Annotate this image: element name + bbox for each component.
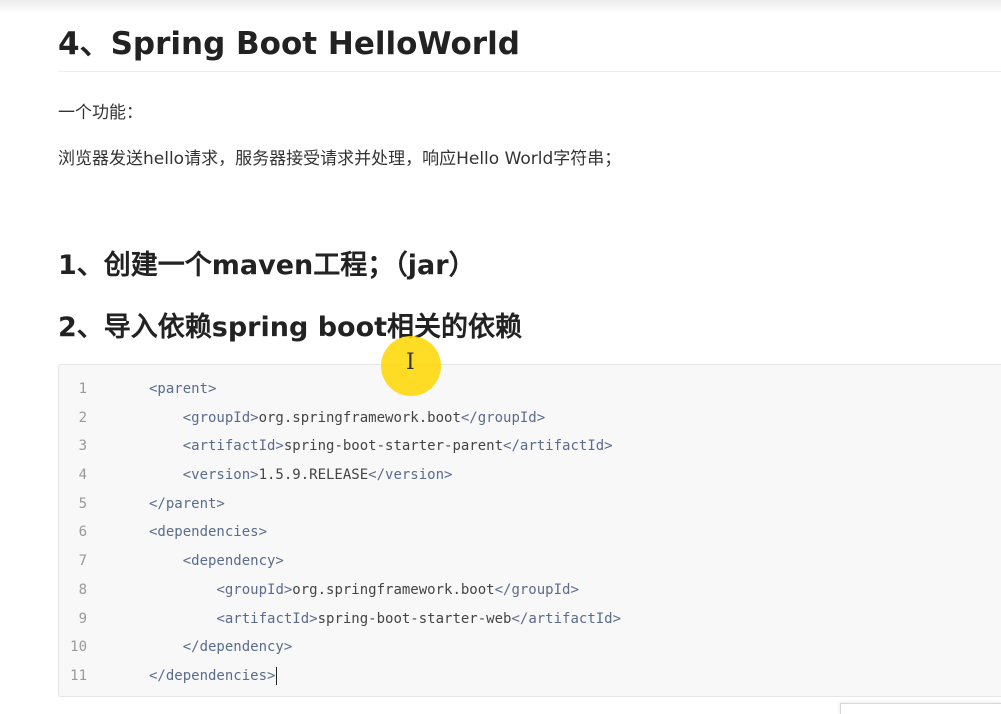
- code-line: <groupId>org.springframework.boot</group…: [149, 576, 621, 605]
- code-text: org.springframework.boot: [258, 409, 461, 426]
- line-number: 3: [78, 438, 87, 455]
- code-close-tag: </version>: [368, 467, 453, 484]
- code-line: <version>1.5.9.RELEASE</version>: [149, 461, 621, 490]
- code-open-tag: <groupId>: [182, 409, 259, 426]
- step-import-deps-heading: 2、导入依赖spring boot相关的依赖: [58, 312, 523, 343]
- line-number: 4: [78, 467, 87, 484]
- title-divider: [58, 71, 1001, 72]
- text-caret: [276, 666, 278, 685]
- code-open-tag: </parent>: [149, 495, 225, 512]
- code-open-tag: <version>: [182, 467, 259, 484]
- code-block[interactable]: 1 2 3 4 5 6 7 8 9 10 11 <parent> <groupId>org.spri…: [58, 364, 1001, 697]
- code-open-tag: <groupId>: [216, 581, 293, 598]
- code-line: <artifactId>spring-boot-starter-parent</…: [149, 432, 621, 461]
- code-close-tag: </artifactId>: [503, 438, 613, 455]
- code-close-tag: </groupId>: [460, 409, 546, 426]
- code-open-tag: <artifactId>: [216, 610, 318, 627]
- code-line: </dependency>: [149, 633, 621, 662]
- top-shadow: [0, 0, 1001, 14]
- code-open-tag: <dependency>: [182, 553, 284, 570]
- text-ibeam-icon: I: [406, 350, 415, 375]
- code-line: </dependencies>: [149, 662, 621, 691]
- corner-popup-edge: [840, 703, 1001, 714]
- code-line: <dependency>: [149, 547, 621, 576]
- line-number: 7: [78, 553, 87, 570]
- feature-label: 一个功能：: [58, 103, 143, 123]
- code-open-tag: <artifactId>: [182, 438, 284, 455]
- code-open-tag: <parent>: [149, 381, 217, 397]
- line-number-gutter: 1 2 3 4 5 6 7 8 9 10 11: [59, 375, 103, 691]
- code-text: org.springframework.boot: [292, 581, 495, 598]
- line-number: 9: [78, 610, 87, 627]
- step-create-maven-heading: 1、创建一个maven工程；（jar）: [58, 250, 476, 281]
- code-text: 1.5.9.RELEASE: [258, 467, 369, 484]
- page-title: 4、Spring Boot HelloWorld: [58, 26, 520, 62]
- line-number: 10: [70, 639, 87, 656]
- code-close-tag: </artifactId>: [511, 610, 622, 627]
- code-close-tag: </groupId>: [494, 581, 579, 598]
- code-line: <dependencies>: [149, 518, 621, 547]
- line-number: 2: [78, 409, 87, 426]
- line-number: 5: [78, 495, 87, 512]
- line-number: 8: [78, 581, 87, 598]
- code-lines[interactable]: <parent> <groupId>org.springframework.bo…: [149, 375, 621, 691]
- line-number: 1: [78, 381, 87, 397]
- code-text: spring-boot-starter-web: [317, 610, 512, 627]
- code-line: <groupId>org.springframework.boot</group…: [149, 404, 621, 433]
- code-line: <artifactId>spring-boot-starter-web</art…: [149, 605, 621, 634]
- feature-description: 浏览器发送hello请求，服务器接受请求并处理，响应Hello World字符串…: [58, 149, 622, 169]
- code-line: </parent>: [149, 490, 621, 519]
- code-text: spring-boot-starter-parent: [283, 438, 504, 455]
- code-open-tag: <dependencies>: [149, 524, 268, 541]
- line-number: 11: [70, 667, 87, 684]
- code-open-tag: </dependencies>: [149, 667, 276, 684]
- code-open-tag: </dependency>: [182, 639, 293, 656]
- line-number: 6: [78, 524, 87, 541]
